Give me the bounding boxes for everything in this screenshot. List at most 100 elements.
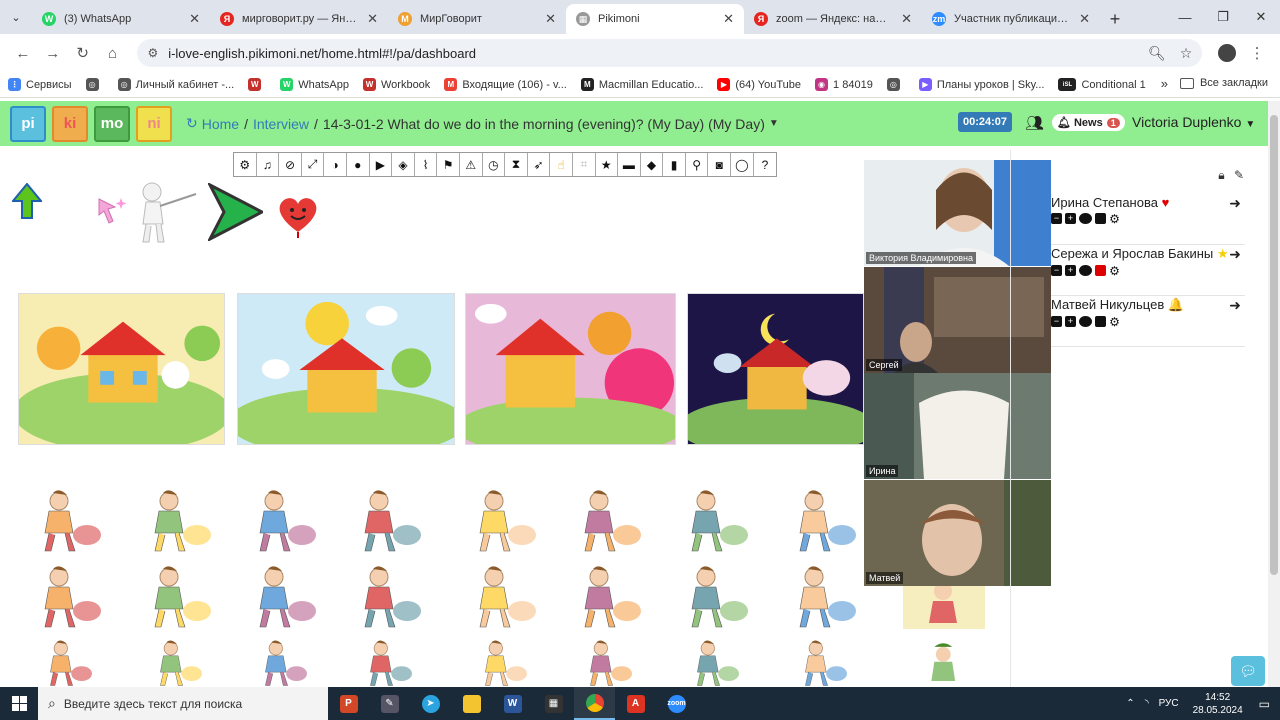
picture-morning-house[interactable] bbox=[18, 293, 225, 445]
chat-button[interactable]: 💬︎ bbox=[1231, 656, 1265, 686]
all-bookmarks[interactable]: Все закладки bbox=[1179, 77, 1268, 89]
new-tab-button[interactable]: + bbox=[1100, 4, 1130, 34]
language-indicator[interactable]: РУС bbox=[1159, 698, 1179, 709]
expand-icon[interactable]: ⤢ bbox=[302, 153, 325, 176]
minus-icon[interactable]: − bbox=[1051, 213, 1062, 224]
close-tab-icon[interactable]: ✕ bbox=[723, 11, 734, 27]
breadcrumb-current[interactable]: 14-3-01-2 What do we do in the morning (… bbox=[323, 116, 765, 132]
warning-icon[interactable]: ⚠ bbox=[460, 153, 483, 176]
activity-clipart[interactable] bbox=[672, 563, 754, 629]
close-tab-icon[interactable]: ✕ bbox=[367, 11, 378, 27]
participant-row[interactable]: Сережа и Ярослав Бакины ★ − + ⚙ ➜ bbox=[1051, 246, 1245, 296]
page-scrollbar[interactable] bbox=[1268, 101, 1280, 687]
bookmark-item[interactable]: W bbox=[248, 78, 266, 91]
chat-bubble-icon[interactable] bbox=[1079, 316, 1092, 327]
forward-icon[interactable]: → bbox=[38, 38, 68, 68]
hourglass-icon[interactable]: ⧗ bbox=[505, 153, 528, 176]
bookmark-item[interactable]: ◎ Личный кабинет -... bbox=[117, 78, 234, 91]
gear-icon[interactable]: ⚙ bbox=[234, 153, 257, 176]
caret-down-icon[interactable]: ▼ bbox=[769, 118, 779, 129]
picture-sun-house[interactable] bbox=[237, 293, 455, 445]
close-tab-icon[interactable]: ✕ bbox=[1079, 11, 1090, 27]
users-icon[interactable]: 👥︎ bbox=[1025, 114, 1044, 132]
bookmarks-overflow-icon[interactable]: » bbox=[1161, 76, 1168, 91]
activity-clipart[interactable] bbox=[672, 638, 754, 687]
activity-clipart[interactable] bbox=[780, 638, 862, 687]
activity-clipart[interactable] bbox=[135, 638, 217, 687]
menu-kebab-icon[interactable]: ⋮ bbox=[1242, 38, 1272, 68]
browser-tab[interactable]: ▦ Pikimoni ✕ bbox=[566, 4, 744, 34]
arrow-right-icon[interactable]: ➜ bbox=[1229, 246, 1241, 263]
lock-icon[interactable]: 🔒︎ bbox=[1218, 168, 1224, 182]
plus-icon[interactable]: + bbox=[1065, 213, 1076, 224]
arrow-right-icon[interactable]: ➜ bbox=[1229, 297, 1241, 314]
activity-clipart[interactable] bbox=[25, 563, 107, 629]
lock-icon[interactable] bbox=[1095, 213, 1106, 224]
user-menu[interactable]: Victoria Duplenko ▼ bbox=[1132, 114, 1255, 130]
activity-clipart[interactable] bbox=[345, 638, 427, 687]
chrome-icon[interactable] bbox=[574, 687, 615, 720]
clock-icon[interactable]: ◷ bbox=[483, 153, 506, 176]
activity-clipart[interactable] bbox=[672, 487, 754, 553]
file-explorer-icon[interactable] bbox=[451, 687, 492, 720]
bookmark-item[interactable]: iSL Conditional 1 bbox=[1058, 78, 1146, 91]
arrow-up-icon[interactable] bbox=[12, 183, 42, 219]
activity-clipart[interactable] bbox=[135, 487, 217, 553]
activity-clipart[interactable] bbox=[903, 638, 985, 687]
powerpoint-icon[interactable]: P bbox=[328, 687, 369, 720]
minimize-icon[interactable]: — bbox=[1166, 0, 1204, 34]
close-window-icon[interactable]: ✕ bbox=[1242, 0, 1280, 34]
bookmark-item[interactable]: W WhatsApp bbox=[280, 78, 349, 91]
music-icon[interactable]: ♫ bbox=[257, 153, 280, 176]
browser-tab[interactable]: Ямирговорит.ру — Яндекс ✕ bbox=[210, 4, 388, 34]
bookmark-icon[interactable]: ▮ bbox=[663, 153, 686, 176]
close-tab-icon[interactable]: ✕ bbox=[901, 11, 912, 27]
plus-icon[interactable]: + bbox=[1065, 265, 1076, 276]
pointer-icon[interactable]: ☝ bbox=[550, 153, 573, 176]
star-icon[interactable]: ★ bbox=[596, 153, 619, 176]
bookmark-item[interactable]: ▶ Планы уроков | Sky... bbox=[918, 78, 1044, 91]
browser-tab[interactable]: Яzoom — Яндекс: нашлось ✕ bbox=[744, 4, 922, 34]
zoom-search-icon[interactable]: 🔍︎ bbox=[1148, 45, 1166, 62]
bookmark-item[interactable]: ◎ bbox=[886, 78, 905, 91]
telegram-icon[interactable]: ➤ bbox=[410, 687, 451, 720]
activity-clipart[interactable] bbox=[460, 638, 542, 687]
activity-clipart[interactable] bbox=[240, 563, 322, 629]
activity-clipart[interactable] bbox=[135, 563, 217, 629]
bookmark-item[interactable]: M Macmillan Educatio... bbox=[580, 78, 703, 91]
comment-icon[interactable]: ◯ bbox=[731, 153, 754, 176]
start-button[interactable] bbox=[0, 687, 38, 720]
flag-icon[interactable]: ⚑ bbox=[437, 153, 460, 176]
gear-icon[interactable]: ⚙ bbox=[1109, 316, 1120, 328]
reload-icon[interactable]: ↻ bbox=[68, 38, 98, 68]
chevron-up-icon[interactable]: ⌃ bbox=[1126, 698, 1134, 709]
next-arrow-icon[interactable] bbox=[208, 183, 263, 241]
bookmark-item[interactable]: ▶ (64) YouTube bbox=[717, 78, 801, 91]
picture-evening-house[interactable] bbox=[465, 293, 676, 445]
breadcrumb-interview[interactable]: Interview bbox=[253, 116, 309, 132]
calendar-icon[interactable]: ▦ bbox=[533, 687, 574, 720]
gear-icon[interactable]: ⚙ bbox=[1109, 213, 1120, 225]
logo-ki[interactable]: ki bbox=[52, 105, 88, 142]
logo-mo[interactable]: mo bbox=[94, 105, 130, 142]
activity-clipart[interactable] bbox=[345, 563, 427, 629]
home-icon[interactable]: ⌂ bbox=[98, 38, 128, 68]
activity-clipart[interactable] bbox=[565, 487, 647, 553]
activity-clipart[interactable] bbox=[565, 638, 647, 687]
rocket-icon[interactable]: ➶ bbox=[528, 153, 551, 176]
lock-icon[interactable] bbox=[1095, 265, 1106, 276]
eye-slash-icon[interactable]: ◈ bbox=[392, 153, 415, 176]
activity-clipart[interactable] bbox=[780, 563, 862, 629]
activity-clipart[interactable] bbox=[240, 487, 322, 553]
lock-icon[interactable] bbox=[1095, 316, 1106, 327]
refresh-icon[interactable]: ↻ bbox=[186, 115, 198, 132]
heart-face-sticker[interactable] bbox=[274, 188, 322, 240]
bookmark-item[interactable]: ◎ bbox=[85, 78, 104, 91]
play-icon[interactable]: ▶ bbox=[370, 153, 393, 176]
activity-clipart[interactable] bbox=[25, 487, 107, 553]
browser-tab[interactable]: zm Участник публикации - Z ✕ bbox=[922, 4, 1100, 34]
logo-pi[interactable]: pi bbox=[10, 105, 46, 142]
chat-bubble-icon[interactable] bbox=[1079, 265, 1092, 276]
browser-tab[interactable]: W (3) WhatsApp ✕ bbox=[32, 4, 210, 34]
activity-clipart[interactable] bbox=[460, 563, 542, 629]
